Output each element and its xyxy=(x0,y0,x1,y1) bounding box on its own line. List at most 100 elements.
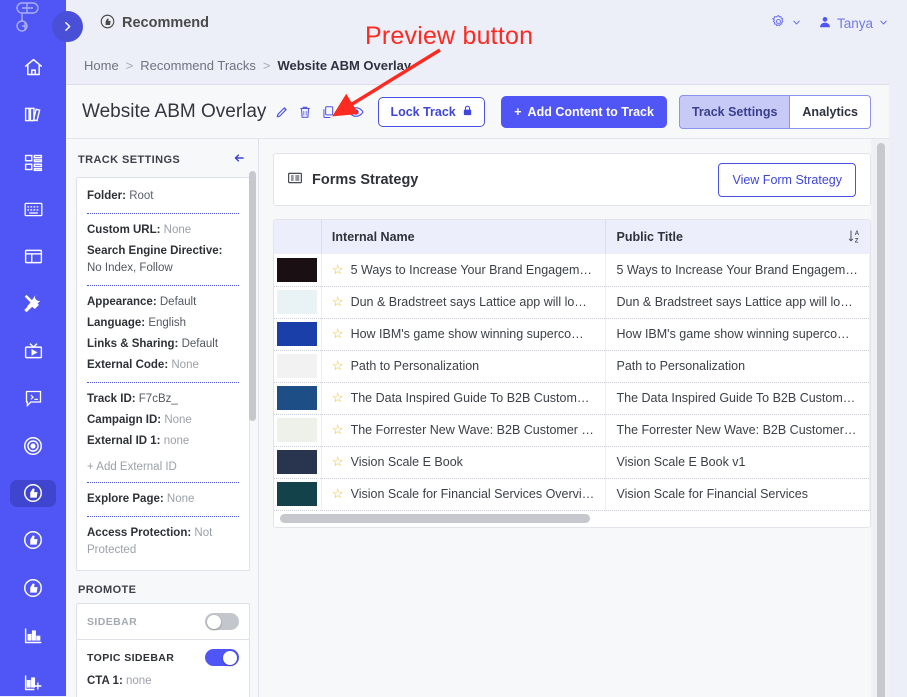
row-internal-name-cell[interactable]: ☆ Path to Personalization xyxy=(321,350,607,383)
breadcrumb-item-home[interactable]: Home xyxy=(84,58,119,73)
track-settings-card: Folder: Root Custom URL: None Search Eng… xyxy=(76,177,250,571)
edit-icon[interactable] xyxy=(275,105,289,119)
row-internal-name-cell[interactable]: ☆ 5 Ways to Increase Your Brand Engagem… xyxy=(321,254,607,287)
sidebar-item-target[interactable] xyxy=(10,432,56,459)
sidebar-item-pages[interactable] xyxy=(10,243,56,270)
setting-row-custom-url: Custom URL: None xyxy=(87,220,239,241)
svg-text:A: A xyxy=(854,231,859,237)
view-form-strategy-button[interactable]: View Form Strategy xyxy=(718,162,856,197)
star-outline-icon[interactable]: ☆ xyxy=(332,262,344,278)
setting-label: Language: xyxy=(87,317,146,329)
sidebar-item-library[interactable] xyxy=(10,101,56,128)
row-internal-name-cell[interactable]: ☆ How IBM's game show winning superco… xyxy=(321,318,607,351)
page-container: Website ABM Overlay Lock Track + Add Con… xyxy=(66,84,889,697)
forms-strategy-card: Forms Strategy View Form Strategy xyxy=(273,153,871,206)
star-outline-icon[interactable]: ☆ xyxy=(332,358,344,374)
column-public-title[interactable]: Public Title A Z xyxy=(605,220,870,254)
star-outline-icon[interactable]: ☆ xyxy=(332,294,344,310)
breadcrumb-item-recommend-tracks[interactable]: Recommend Tracks xyxy=(140,58,256,73)
table-row[interactable]: ☆ 5 Ways to Increase Your Brand Engagem… 5… xyxy=(274,254,870,287)
delete-icon[interactable] xyxy=(298,105,312,119)
row-public-title-cell[interactable]: 5 Ways to Increase Your Brand Engagement xyxy=(605,254,870,287)
star-outline-icon[interactable]: ☆ xyxy=(332,390,344,406)
page-scrollbar-thumb[interactable] xyxy=(877,143,885,697)
row-public-title-cell[interactable]: Dun & Bradstreet says Lattice app will l… xyxy=(605,286,870,319)
settings-menu[interactable] xyxy=(771,14,802,32)
preview-eye-icon[interactable] xyxy=(348,104,365,120)
row-public-title-cell[interactable]: Vision Scale E Book v1 xyxy=(605,446,870,479)
row-internal-name-text: The Data Inspired Guide To B2B Custome… xyxy=(350,391,596,405)
sidebar-item-templates[interactable] xyxy=(10,196,56,223)
sidebar-item-chat[interactable] xyxy=(10,385,56,412)
row-public-title-cell[interactable]: Vision Scale for Financial Services xyxy=(605,478,870,511)
tab-track-settings[interactable]: Track Settings xyxy=(678,94,791,129)
row-internal-name-text: Vision Scale E Book xyxy=(350,455,463,469)
sort-a-z-icon[interactable]: A Z xyxy=(848,228,863,248)
row-internal-name-cell[interactable]: ☆ The Forrester New Wave: B2B Customer … xyxy=(321,414,607,447)
sidebar-item-recommend[interactable] xyxy=(10,479,56,507)
sidebar-item-add-report[interactable] xyxy=(10,669,56,696)
thumbnail-image xyxy=(277,257,318,282)
table-horizontal-scrollbar[interactable] xyxy=(274,510,870,527)
tab-analytics[interactable]: Analytics xyxy=(790,94,871,129)
sidebar-toggle[interactable] xyxy=(205,613,239,630)
row-public-title-cell[interactable]: Path to Personalization xyxy=(605,350,870,383)
lock-track-button[interactable]: Lock Track xyxy=(378,96,485,127)
row-public-title-cell[interactable]: How IBM's game show winning supercomput xyxy=(605,318,870,351)
track-settings-panel: TRACK SETTINGS Folder: Root Custom URL: … xyxy=(66,139,258,697)
table-row[interactable]: ☆ Vision Scale E Book Vision Scale E Book … xyxy=(274,446,870,479)
table-row[interactable]: ☆ Vision Scale for Financial Services Ove… xyxy=(274,478,870,511)
settings-panel-scrollbar[interactable] xyxy=(249,171,256,421)
page-header-actions: + Add Content to Track Track Settings An… xyxy=(501,94,871,129)
row-public-title-cell[interactable]: The Data Inspired Guide To B2B Customer … xyxy=(605,382,870,415)
table-row[interactable]: ☆ The Data Inspired Guide To B2B Custome…… xyxy=(274,382,870,415)
star-outline-icon[interactable]: ☆ xyxy=(332,422,344,438)
track-settings-heading: TRACK SETTINGS xyxy=(78,153,181,166)
table-row[interactable]: ☆ Dun & Bradstreet says Lattice app will … xyxy=(274,286,870,319)
sidebar-item-video[interactable] xyxy=(10,338,56,365)
setting-label: CTA 1: xyxy=(87,675,123,687)
setting-value: Default xyxy=(159,296,197,308)
row-internal-name-cell[interactable]: ☆ The Data Inspired Guide To B2B Custome… xyxy=(321,382,607,415)
table-horizontal-scrollbar-thumb[interactable] xyxy=(280,513,590,523)
duplicate-icon[interactable] xyxy=(321,105,335,119)
collapse-left-arrow-icon[interactable] xyxy=(232,151,246,168)
setting-value[interactable]: Root xyxy=(129,190,153,202)
setting-row-track-id: Track ID: F7cBz_ xyxy=(87,389,239,410)
table-row[interactable]: ☆ Path to Personalization Path to Personal… xyxy=(274,350,870,383)
content-table-head: Internal Name Public Title A Z xyxy=(274,220,870,254)
row-public-title-cell[interactable]: The Forrester New Wave: B2B Customer Dat… xyxy=(605,414,870,447)
star-outline-icon[interactable]: ☆ xyxy=(332,454,344,470)
add-external-id-link[interactable]: + Add External ID xyxy=(87,452,239,476)
add-content-to-track-button[interactable]: + Add Content to Track xyxy=(501,95,667,128)
sidebar-item-engage[interactable] xyxy=(10,527,56,554)
add-content-label: Add Content to Track xyxy=(527,104,654,119)
row-internal-name-cell[interactable]: ☆ Vision Scale E Book xyxy=(321,446,607,479)
row-internal-name-cell[interactable]: ☆ Dun & Bradstreet says Lattice app will … xyxy=(321,286,607,319)
user-menu[interactable]: Tanya xyxy=(818,15,889,32)
setting-row-explore-page: Explore Page: None xyxy=(87,489,239,510)
setting-label: Search Engine Directive: xyxy=(87,245,223,257)
breadcrumb-separator: > xyxy=(125,57,134,73)
sidebar-item-promote[interactable] xyxy=(10,574,56,601)
row-thumbnail-cell xyxy=(274,478,322,511)
star-outline-icon[interactable]: ☆ xyxy=(332,326,344,342)
divider xyxy=(87,482,239,483)
row-internal-name-text: Vision Scale for Financial Services Over… xyxy=(350,487,595,501)
page-title: Website ABM Overlay xyxy=(82,100,267,122)
sidebar-item-tools[interactable] xyxy=(10,290,56,317)
column-internal-name[interactable]: Internal Name xyxy=(321,220,607,254)
topic-sidebar-toggle[interactable] xyxy=(205,649,239,666)
setting-row-cta-1: CTA 1: none xyxy=(87,666,239,692)
sidebar-item-collections[interactable] xyxy=(10,149,56,176)
star-outline-icon[interactable]: ☆ xyxy=(332,486,344,502)
row-thumbnail-cell xyxy=(274,350,322,383)
sidebar-item-home[interactable] xyxy=(10,54,56,81)
expand-sidebar-button[interactable] xyxy=(52,11,83,42)
table-row[interactable]: ☆ The Forrester New Wave: B2B Customer … T… xyxy=(274,414,870,447)
sidebar-item-analytics[interactable] xyxy=(10,621,56,648)
row-internal-name-cell[interactable]: ☆ Vision Scale for Financial Services Ove… xyxy=(321,478,607,511)
breadcrumb-separator: > xyxy=(262,57,271,73)
setting-row-external-id-1: External ID 1: none xyxy=(87,431,239,452)
table-row[interactable]: ☆ How IBM's game show winning superco… How… xyxy=(274,318,870,351)
